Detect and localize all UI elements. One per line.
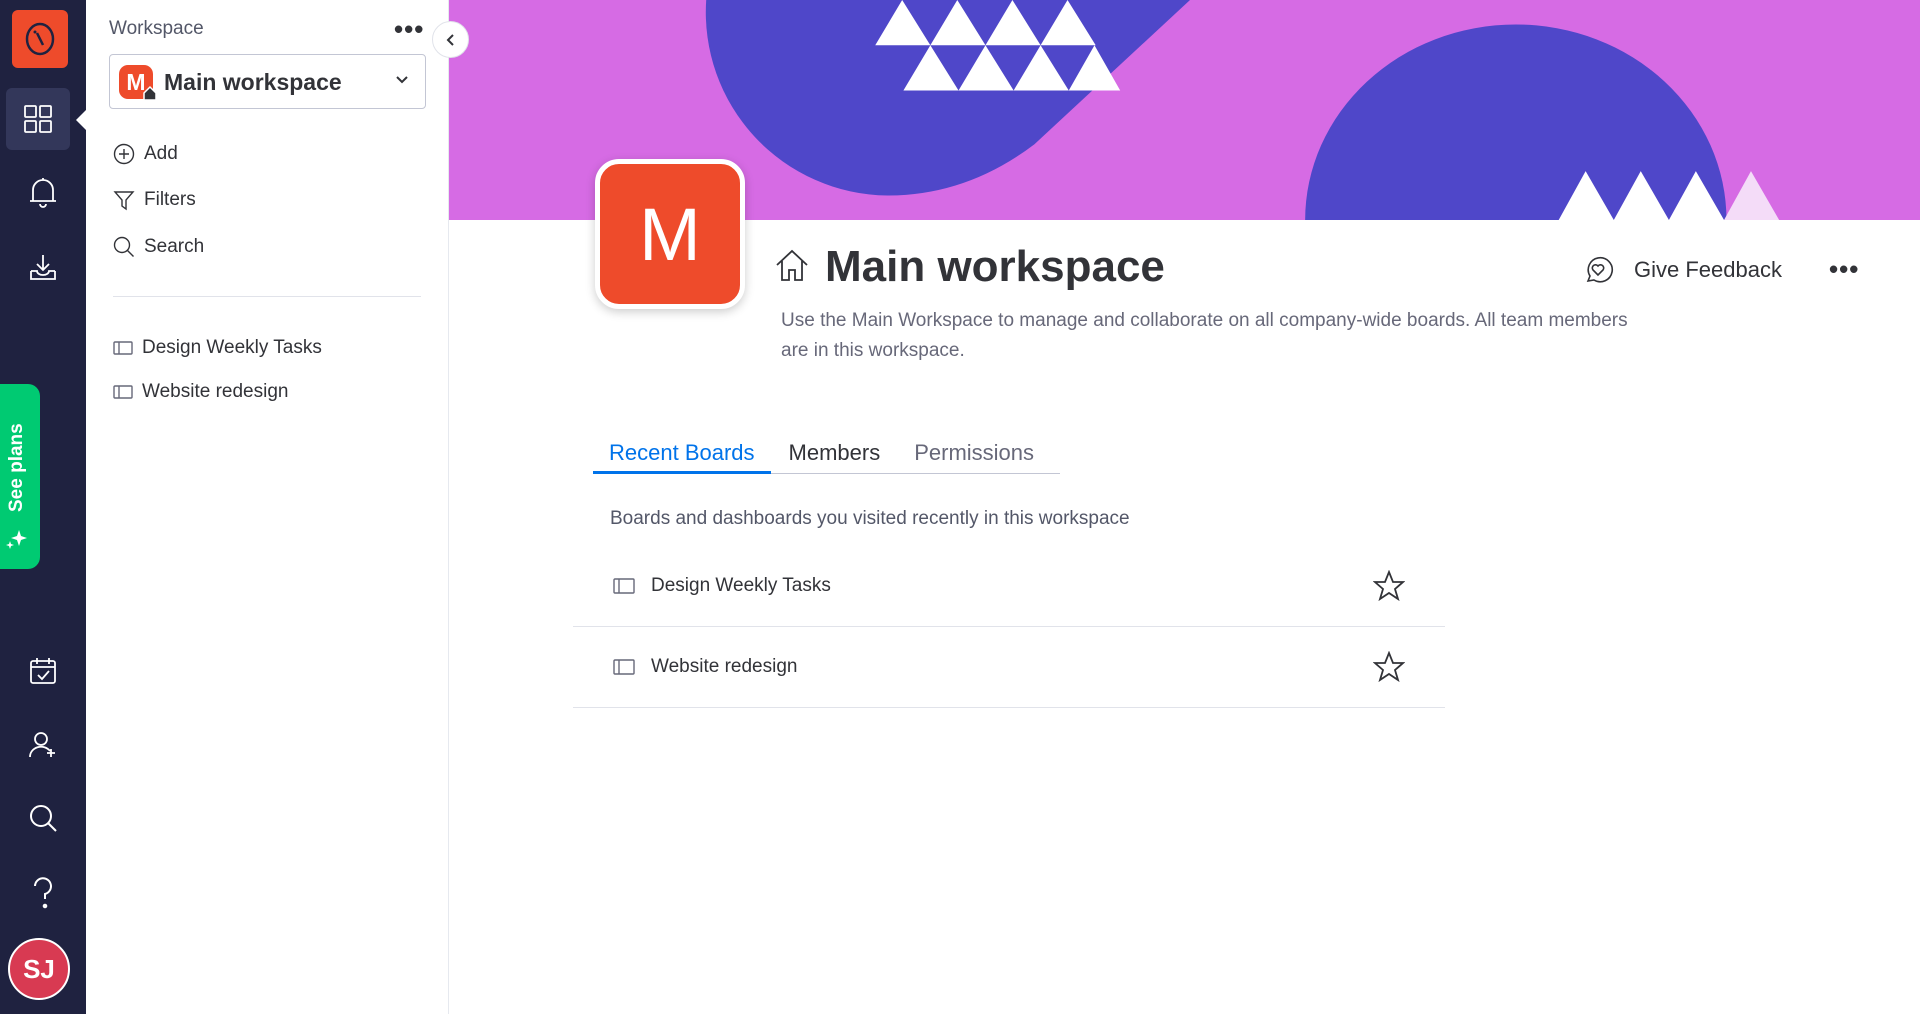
workspace-logo[interactable]: M <box>595 159 745 309</box>
monday-logo-icon[interactable] <box>12 10 68 68</box>
star-icon[interactable] <box>1373 651 1405 683</box>
workspace-tabs: Recent Boards Members Permissions <box>593 436 1060 474</box>
filters-label: Filters <box>144 189 196 210</box>
chevron-left-icon <box>446 33 454 46</box>
board-icon <box>613 659 635 675</box>
more-options-icon[interactable]: ••• <box>1829 256 1859 282</box>
tab-members[interactable]: Members <box>771 436 897 474</box>
board-icon <box>613 578 635 594</box>
help-icon[interactable] <box>19 869 67 917</box>
search-icon[interactable] <box>19 794 67 842</box>
star-icon[interactable] <box>1373 570 1405 602</box>
home-badge-icon <box>143 85 157 101</box>
add-label: Add <box>144 143 178 164</box>
board-label: Design Weekly Tasks <box>142 337 322 358</box>
board-icon <box>113 385 133 399</box>
search-label: Search <box>144 236 205 257</box>
search-button[interactable]: Search <box>113 236 204 258</box>
sidebar-more-icon[interactable]: ••• <box>394 16 424 42</box>
avatar[interactable]: SJ <box>8 938 70 1000</box>
workspace-description: Use the Main Workspace to manage and col… <box>781 310 1628 361</box>
board-label: Website redesign <box>142 381 289 402</box>
sparkle-icon <box>6 530 27 549</box>
invite-user-icon[interactable] <box>19 721 67 769</box>
my-work-calendar-icon[interactable] <box>19 647 67 695</box>
table-row[interactable]: Design Weekly Tasks <box>573 546 1445 627</box>
home-icon <box>776 249 808 281</box>
sidebar-divider <box>113 296 421 297</box>
give-feedback-label: Give Feedback <box>1634 257 1782 282</box>
give-feedback-button[interactable]: Give Feedback <box>1582 254 1782 286</box>
sidebar-heading: Workspace <box>109 18 204 39</box>
workspace-dropdown[interactable]: M Main workspace <box>109 54 426 109</box>
recent-boards-subtitle: Boards and dashboards you visited recent… <box>610 508 1130 529</box>
sidebar-board-item[interactable]: Design Weekly Tasks <box>113 337 322 359</box>
chevron-down-icon <box>396 76 408 84</box>
plus-circle-icon <box>113 143 135 165</box>
tab-recent-boards[interactable]: Recent Boards <box>593 436 771 474</box>
filters-button[interactable]: Filters <box>113 189 196 211</box>
collapse-sidebar-button[interactable] <box>432 21 469 58</box>
left-nav: See plans SJ <box>0 0 86 1014</box>
workspace-sidebar: Workspace ••• M Main workspace Add Filte… <box>86 0 449 1014</box>
tab-permissions[interactable]: Permissions <box>896 436 1050 474</box>
board-icon <box>113 341 133 355</box>
board-name: Website redesign <box>651 656 798 677</box>
see-plans-button[interactable]: See plans <box>0 384 40 569</box>
add-button[interactable]: Add <box>113 143 178 165</box>
page-title: Main workspace <box>825 242 1165 291</box>
feedback-heart-icon <box>1586 256 1614 283</box>
selected-notch <box>76 110 86 130</box>
see-plans-label: See plans <box>6 423 27 512</box>
bell-icon[interactable] <box>19 168 67 216</box>
search-icon <box>113 236 134 257</box>
board-name: Design Weekly Tasks <box>651 575 831 596</box>
sidebar-board-item[interactable]: Website redesign <box>113 381 288 403</box>
workspace-name: Main workspace <box>164 69 342 95</box>
table-row[interactable]: Website redesign <box>573 627 1445 708</box>
filter-icon <box>113 191 135 211</box>
workspaces-grid-icon[interactable] <box>6 88 70 150</box>
inbox-download-icon[interactable] <box>19 243 67 291</box>
